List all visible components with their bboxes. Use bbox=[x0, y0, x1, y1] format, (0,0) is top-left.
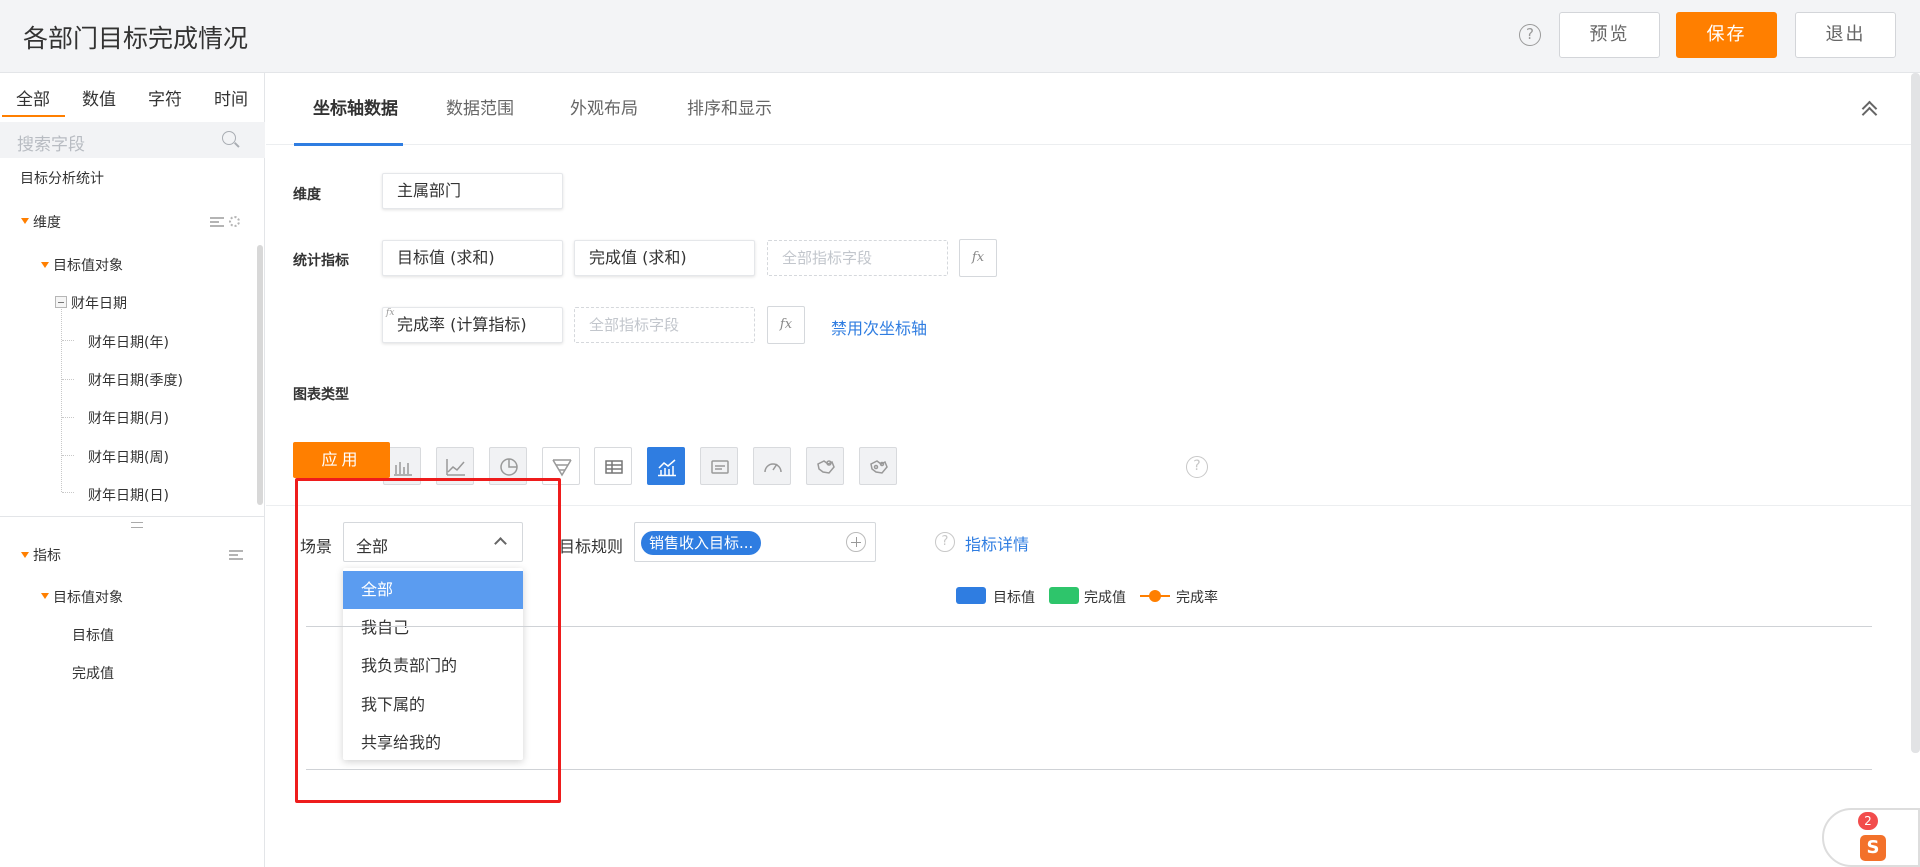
tree-line bbox=[61, 309, 62, 492]
drag-handle-icon[interactable] bbox=[131, 522, 143, 528]
help-icon[interactable]: ? bbox=[1519, 24, 1541, 46]
tab-sort-display[interactable]: 排序和显示 bbox=[687, 94, 772, 119]
calc-field-label: 完成率 (计算指标) bbox=[397, 315, 527, 334]
tree-root[interactable]: 目标分析统计 bbox=[20, 168, 104, 188]
scatter-map-icon[interactable] bbox=[859, 447, 897, 485]
active-tab-indicator bbox=[294, 143, 403, 146]
legend-dot-rate bbox=[1149, 590, 1161, 602]
dimension-field[interactable]: 主属部门 bbox=[382, 173, 563, 209]
sidebar-divider bbox=[0, 516, 265, 517]
tree-line bbox=[62, 492, 74, 493]
tree-date-day[interactable]: 财年日期(日) bbox=[88, 485, 169, 505]
dimension-label: 维度 bbox=[293, 187, 321, 203]
apply-button[interactable]: 应用 bbox=[293, 442, 390, 478]
tab-axis-data[interactable]: 坐标轴数据 bbox=[313, 94, 398, 119]
tree-measure-object[interactable]: 目标值对象 bbox=[53, 587, 123, 607]
tree-line bbox=[62, 340, 74, 341]
formula-icon: fx bbox=[386, 308, 395, 318]
sidebar-tab-string[interactable]: 字符 bbox=[148, 85, 182, 110]
help-icon[interactable]: ? bbox=[935, 532, 955, 552]
tree-date-year[interactable]: 财年日期(年) bbox=[88, 332, 169, 352]
tree-measure-done[interactable]: 完成值 bbox=[72, 663, 114, 683]
map-chart-icon[interactable] bbox=[806, 447, 844, 485]
field-search-input[interactable]: 搜索字段 bbox=[0, 122, 265, 158]
sort-icon[interactable] bbox=[229, 550, 243, 560]
tree-dimension-object[interactable]: 目标值对象 bbox=[53, 255, 123, 275]
help-icon[interactable]: ? bbox=[1186, 456, 1208, 478]
caret-down-icon[interactable] bbox=[41, 593, 49, 599]
top-header: 各部门目标完成情况 ? 预览 保存 退出 bbox=[0, 0, 1920, 73]
tree-measure-target[interactable]: 目标值 bbox=[72, 625, 114, 645]
sidebar-tab-time[interactable]: 时间 bbox=[214, 85, 248, 110]
tab-data-range[interactable]: 数据范围 bbox=[446, 94, 514, 119]
ime-logo-icon[interactable]: S bbox=[1860, 835, 1886, 861]
plus-icon[interactable] bbox=[846, 532, 866, 552]
rule-select[interactable]: 销售收入目标... bbox=[634, 522, 876, 562]
tree-line bbox=[62, 455, 74, 456]
formula-button[interactable]: fx bbox=[959, 239, 997, 277]
tree-date-month[interactable]: 财年日期(月) bbox=[88, 408, 169, 428]
legend-done: 完成值 bbox=[1084, 590, 1126, 606]
field-sidebar: 全部 数值 字符 时间 搜索字段 目标分析统计 维度 目标值对象 财年日期 财年… bbox=[0, 73, 265, 867]
highlight-frame bbox=[295, 478, 561, 803]
rule-label: 目标规则 bbox=[559, 537, 624, 556]
main-scrollbar[interactable] bbox=[1911, 73, 1920, 753]
save-button[interactable]: 保存 bbox=[1676, 12, 1777, 58]
tab-appearance[interactable]: 外观布局 bbox=[570, 94, 638, 119]
card-chart-icon[interactable] bbox=[700, 447, 738, 485]
sidebar-scrollbar[interactable] bbox=[257, 245, 263, 505]
tree-date-node[interactable]: 财年日期 bbox=[71, 293, 127, 313]
preview-button[interactable]: 预览 bbox=[1559, 12, 1660, 58]
active-tab-indicator bbox=[2, 115, 65, 117]
gauge-chart-icon[interactable] bbox=[753, 447, 791, 485]
legend-rate: 完成率 bbox=[1176, 590, 1218, 606]
tree-line bbox=[62, 417, 74, 418]
page-title: 各部门目标完成情况 bbox=[23, 24, 249, 53]
caret-down-icon[interactable] bbox=[41, 262, 49, 268]
sidebar-tab-number[interactable]: 数值 bbox=[82, 85, 116, 110]
collapse-icon[interactable] bbox=[55, 296, 67, 308]
search-icon[interactable] bbox=[222, 131, 236, 145]
tree-line bbox=[62, 379, 74, 380]
quit-button[interactable]: 退出 bbox=[1795, 12, 1896, 58]
disable-secondary-axis-link[interactable]: 禁用次坐标轴 bbox=[831, 315, 927, 339]
chart-type-label: 图表类型 bbox=[293, 387, 349, 403]
sort-icon[interactable] bbox=[210, 217, 224, 227]
search-placeholder: 搜索字段 bbox=[17, 135, 85, 155]
tree-dimension-group[interactable]: 维度 bbox=[33, 212, 61, 232]
stat-label: 统计指标 bbox=[293, 253, 349, 269]
double-chevron-up-icon[interactable] bbox=[1862, 99, 1876, 117]
legend-swatch-done bbox=[1049, 587, 1079, 604]
legend-swatch-target bbox=[956, 587, 986, 604]
tab-bar-border bbox=[266, 144, 1920, 145]
calc-field-rate[interactable]: fx 完成率 (计算指标) bbox=[382, 307, 563, 343]
sidebar-tab-all[interactable]: 全部 bbox=[16, 85, 50, 110]
notification-badge: 2 bbox=[1858, 812, 1878, 830]
table-chart-icon[interactable] bbox=[594, 447, 632, 485]
tree-date-quarter[interactable]: 财年日期(季度) bbox=[88, 370, 183, 390]
caret-down-icon[interactable] bbox=[21, 218, 29, 224]
stat-field-done[interactable]: 完成值 (求和) bbox=[574, 240, 755, 276]
tree-measure-group[interactable]: 指标 bbox=[33, 545, 61, 565]
stat-field-target[interactable]: 目标值 (求和) bbox=[382, 240, 563, 276]
legend-target: 目标值 bbox=[993, 590, 1035, 606]
rule-tag[interactable]: 销售收入目标... bbox=[641, 531, 762, 555]
calc-field-placeholder[interactable]: 全部指标字段 bbox=[574, 307, 755, 343]
formula-button[interactable]: fx bbox=[767, 306, 805, 344]
tree-date-week[interactable]: 财年日期(周) bbox=[88, 447, 169, 467]
caret-down-icon[interactable] bbox=[21, 552, 29, 558]
stat-field-placeholder[interactable]: 全部指标字段 bbox=[767, 240, 948, 276]
combo-chart-icon[interactable] bbox=[647, 447, 685, 485]
gear-icon[interactable] bbox=[229, 216, 240, 227]
metric-detail-link[interactable]: 指标详情 bbox=[965, 531, 1029, 555]
sidebar-tabs: 全部 数值 字符 时间 bbox=[0, 73, 265, 117]
